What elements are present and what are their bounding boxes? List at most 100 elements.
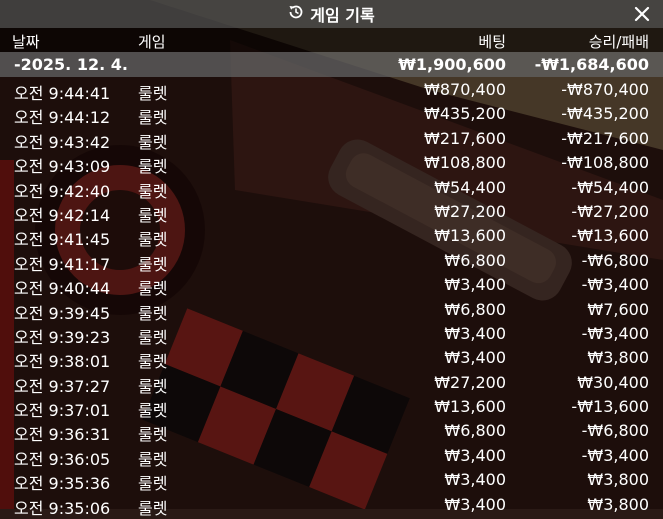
table-row[interactable]: 오전 9:35:06 룰렛 ₩3,400 ₩3,800	[0, 492, 663, 518]
row-bet: ₩6,800	[444, 421, 506, 441]
day-summary-row[interactable]: -2025. 12. 4. ₩1,900,600 -₩1,684,600	[0, 52, 663, 77]
row-game: 룰렛	[138, 303, 168, 323]
table-row[interactable]: 오전 9:41:45 룰렛 ₩13,600 -₩13,600	[0, 223, 663, 250]
row-time: 오전 9:43:42	[14, 132, 111, 152]
row-bet: ₩435,200	[424, 104, 506, 124]
row-result: -₩6,800	[581, 250, 649, 270]
table-row[interactable]: 오전 9:35:36 룰렛 ₩3,400 ₩3,800	[0, 467, 663, 494]
close-icon	[634, 6, 650, 22]
column-result: 승리/패배	[588, 33, 649, 51]
row-bet: ₩3,400	[444, 445, 506, 465]
page-title: 게임 기록	[310, 6, 375, 25]
row-time: 오전 9:42:40	[14, 181, 111, 201]
row-time: 오전 9:39:45	[14, 303, 111, 323]
table-row[interactable]: 오전 9:42:40 룰렛 ₩54,400 -₩54,400	[0, 175, 663, 201]
row-bet: ₩54,400	[434, 177, 506, 197]
row-bet: ₩13,600	[434, 397, 506, 417]
row-game: 룰렛	[138, 230, 168, 250]
row-bet: ₩6,800	[444, 299, 506, 319]
row-time: 오전 9:43:09	[14, 157, 111, 177]
row-game: 룰렛	[138, 132, 168, 152]
row-bet: ₩27,200	[434, 372, 506, 392]
row-bet: ₩13,600	[434, 226, 506, 246]
row-result: -₩13,600	[571, 226, 649, 246]
row-game: 룰렛	[138, 498, 168, 518]
table-row[interactable]: 오전 9:43:09 룰렛 ₩108,800 -₩108,800	[0, 150, 663, 177]
row-result: ₩3,800	[587, 348, 649, 368]
table-row[interactable]: 오전 9:41:17 룰렛 ₩6,800 -₩6,800	[0, 248, 663, 274]
row-bet: ₩108,800	[424, 153, 506, 173]
row-game: 룰렛	[138, 449, 168, 469]
table-row[interactable]: 오전 9:38:01 룰렛 ₩3,400 ₩3,800	[0, 345, 663, 372]
row-time: 오전 9:35:06	[14, 498, 111, 518]
row-time: 오전 9:40:44	[14, 279, 111, 299]
row-bet: ₩3,400	[444, 348, 506, 368]
row-time: 오전 9:36:31	[14, 425, 111, 445]
row-time: 오전 9:38:01	[14, 352, 111, 372]
table-row[interactable]: 오전 9:44:12 룰렛 ₩435,200 -₩435,200	[0, 101, 663, 128]
table-row[interactable]: 오전 9:39:45 룰렛 ₩6,800 ₩7,600	[0, 297, 663, 323]
row-result: ₩30,400	[577, 372, 649, 392]
row-bet: ₩3,400	[444, 323, 506, 343]
row-game: 룰렛	[138, 425, 168, 445]
row-bet: ₩870,400	[424, 80, 506, 99]
table-row[interactable]: 오전 9:39:23 룰렛 ₩3,400 -₩3,400	[0, 321, 663, 347]
row-game: 룰렛	[138, 279, 168, 299]
row-bet: ₩27,200	[434, 201, 506, 221]
row-result: -₩54,400	[571, 177, 649, 197]
row-game: 룰렛	[138, 157, 168, 177]
row-bet: ₩3,400	[444, 470, 506, 490]
row-time: 오전 9:36:05	[14, 449, 111, 469]
row-time: 오전 9:37:01	[14, 401, 111, 421]
row-time: 오전 9:39:23	[14, 327, 111, 347]
row-time: 오전 9:37:27	[14, 376, 111, 396]
row-time: 오전 9:41:45	[14, 230, 111, 250]
row-result: -₩3,400	[581, 445, 649, 465]
row-result: -₩870,400	[561, 80, 649, 99]
row-time: 오전 9:41:17	[14, 254, 111, 274]
row-time: 오전 9:44:12	[14, 108, 111, 128]
game-history-header: 게임 기록	[0, 0, 663, 28]
row-result: -₩108,800	[561, 153, 649, 173]
row-game: 룰렛	[138, 181, 168, 201]
row-game: 룰렛	[138, 401, 168, 421]
summary-date: -2025. 12. 4.	[14, 55, 128, 74]
row-result: -₩3,400	[581, 323, 649, 343]
row-game: 룰렛	[138, 254, 168, 274]
table-row[interactable]: 오전 9:42:14 룰렛 ₩27,200 -₩27,200	[0, 199, 663, 225]
table-row[interactable]: 오전 9:37:01 룰렛 ₩13,600 -₩13,600	[0, 394, 663, 421]
table-row[interactable]: 오전 9:44:41 룰렛 ₩870,400 -₩870,400	[0, 77, 663, 103]
column-game: 게임	[138, 33, 166, 51]
row-time: 오전 9:35:36	[14, 474, 111, 494]
row-game: 룰렛	[138, 376, 168, 396]
row-game: 룰렛	[138, 84, 168, 103]
table-row[interactable]: 오전 9:37:27 룰렛 ₩27,200 ₩30,400	[0, 370, 663, 396]
table-row[interactable]: 오전 9:43:42 룰렛 ₩217,600 -₩217,600	[0, 126, 663, 152]
row-result: -₩6,800	[581, 421, 649, 441]
row-bet: ₩3,400	[444, 275, 506, 295]
row-game: 룰렛	[138, 327, 168, 347]
column-bet: 베팅	[478, 33, 506, 51]
table-row[interactable]: 오전 9:36:05 룰렛 ₩3,400 -₩3,400	[0, 443, 663, 469]
row-time: 오전 9:44:41	[14, 84, 111, 103]
summary-result: -₩1,684,600	[534, 55, 649, 74]
row-result: -₩13,600	[571, 397, 649, 417]
history-list: 오전 9:44:41 룰렛 ₩870,400 -₩870,400 오전 9:44:12 룰…	[0, 77, 663, 518]
row-result: -₩27,200	[571, 201, 649, 221]
row-bet: ₩6,800	[444, 250, 506, 270]
summary-bet: ₩1,900,600	[398, 55, 506, 74]
close-button[interactable]	[631, 3, 653, 25]
row-result: -₩435,200	[561, 104, 649, 124]
table-header: 날짜 게임 베팅 승리/패배	[0, 28, 663, 52]
row-result: -₩3,400	[581, 275, 649, 295]
column-date: 날짜	[12, 33, 40, 51]
row-time: 오전 9:42:14	[14, 205, 111, 225]
row-game: 룰렛	[138, 474, 168, 494]
row-result: -₩217,600	[561, 128, 649, 148]
table-row[interactable]: 오전 9:40:44 룰렛 ₩3,400 -₩3,400	[0, 272, 663, 299]
row-bet: ₩3,400	[444, 494, 506, 514]
table-row[interactable]: 오전 9:36:31 룰렛 ₩6,800 -₩6,800	[0, 418, 663, 445]
history-icon	[288, 4, 304, 24]
row-result: ₩3,800	[587, 470, 649, 490]
row-result: ₩3,800	[587, 494, 649, 514]
